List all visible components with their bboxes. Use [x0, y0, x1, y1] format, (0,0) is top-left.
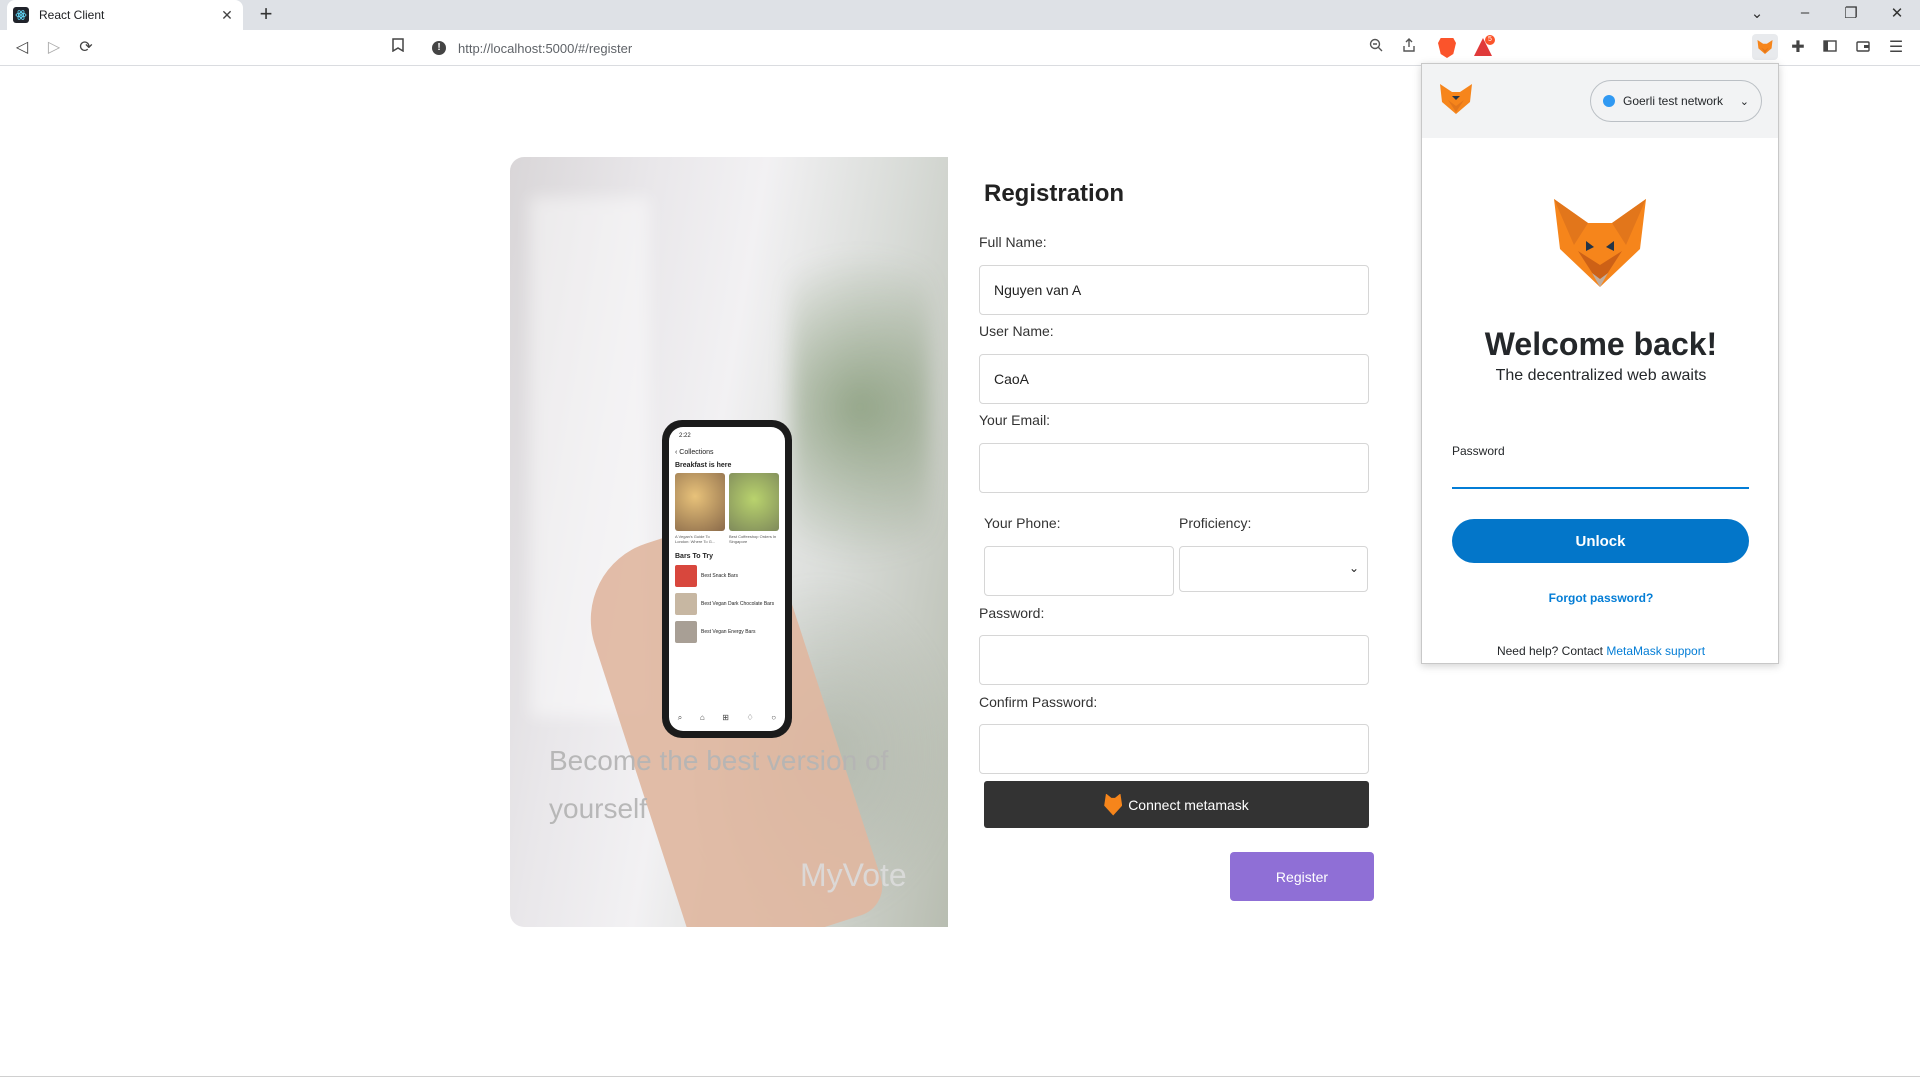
new-tab-button[interactable]: + — [254, 3, 278, 27]
chevron-down-icon: ⌄ — [1348, 561, 1359, 575]
email-label: Your Email: — [979, 412, 1051, 428]
metamask-popup: Goerli test network ⌄ Welcome back! The … — [1421, 63, 1779, 664]
phone-label: Your Phone: — [984, 515, 1061, 531]
help-prefix: Need help? Contact — [1496, 644, 1607, 658]
metamask-fox-icon — [1104, 793, 1123, 816]
rewards-badge: 5 — [1485, 35, 1495, 45]
url-text[interactable]: http://localhost:5000/#/register — [458, 41, 632, 56]
tab-close-icon[interactable]: ✕ — [219, 7, 235, 24]
address-bar[interactable]: ! http://localhost:5000/#/register — [420, 35, 1503, 61]
connect-metamask-button[interactable]: Connect metamask — [984, 781, 1369, 828]
metamask-support-link[interactable]: MetaMask support — [1606, 644, 1705, 658]
phone-caption-2: Best Coffeeshop Orders In Singapore — [729, 534, 777, 544]
proficiency-label: Proficiency: — [1179, 515, 1252, 531]
phone-bottom-nav: ⌕ ⌂ ⊞ ♢ ○ — [669, 713, 785, 723]
share-icon[interactable] — [1399, 38, 1419, 58]
phone-search-icon: ⌕ — [677, 713, 683, 722]
phone-bell-icon: ♢ — [746, 713, 754, 722]
full-name-label: Full Name: — [979, 234, 1047, 250]
zoom-icon[interactable] — [1366, 38, 1386, 58]
phone-screen: 2:22 ‹ Collections Breakfast is here A V… — [669, 427, 785, 731]
full-name-input[interactable]: Nguyen van A — [979, 265, 1369, 315]
hero-image: 2:22 ‹ Collections Breakfast is here A V… — [510, 157, 948, 927]
phone-captions: A Vegan's Guide To London: Where To G...… — [669, 533, 785, 545]
browser-tab[interactable]: React Client ✕ — [7, 0, 243, 30]
phone-image-row — [669, 471, 785, 533]
phone-time: 2:22 — [679, 433, 691, 439]
metamask-help-text: Need help? Contact MetaMask support — [1422, 644, 1780, 658]
phone-row-2: Best Vegan Dark Chocolate Bars — [701, 601, 775, 607]
metamask-fox-icon — [1550, 195, 1650, 291]
phone-row-3: Best Vegan Energy Bars — [701, 629, 756, 635]
unlock-button[interactable]: Unlock — [1452, 519, 1749, 563]
page-title: Registration — [984, 180, 1125, 207]
network-selector[interactable]: Goerli test network ⌄ — [1590, 80, 1762, 122]
password-input[interactable] — [979, 635, 1369, 685]
connect-metamask-label: Connect metamask — [1128, 796, 1249, 813]
bookmark-icon[interactable] — [388, 38, 408, 58]
forgot-password-link[interactable]: Forgot password? — [1422, 591, 1780, 605]
hero-quote: Become the best version of yourself — [549, 745, 889, 824]
register-button[interactable]: Register — [1230, 852, 1374, 901]
metamask-extension-icon[interactable] — [1752, 34, 1778, 60]
phone-caption-1: A Vegan's Guide To London: Where To G... — [675, 534, 716, 544]
phone-mockup: 2:22 ‹ Collections Breakfast is here A V… — [662, 420, 792, 738]
phone-section-bars: Bars To Try — [675, 553, 713, 560]
metamask-logo-icon — [1438, 82, 1474, 116]
email-input[interactable] — [979, 443, 1369, 493]
minimize-button[interactable]: – — [1790, 4, 1820, 26]
network-name: Goerli test network — [1623, 94, 1724, 108]
phone-home-icon: ⌂ — [699, 713, 705, 722]
phone-row-1: Best Snack Bars — [701, 573, 738, 579]
proficiency-select[interactable]: ⌄ — [1179, 546, 1368, 592]
forward-button[interactable]: ▷ — [44, 38, 64, 58]
phone-input[interactable] — [984, 546, 1174, 596]
page-bottom-divider — [0, 1076, 1920, 1077]
site-info-icon[interactable]: ! — [432, 41, 446, 55]
phone-profile-icon: ○ — [771, 713, 777, 722]
phone-drink-image — [729, 473, 779, 531]
tab-search-chevron-icon[interactable]: ⌄ — [1742, 4, 1772, 26]
metamask-subtitle: The decentralized web awaits — [1495, 367, 1707, 384]
reload-button[interactable]: ⟳ — [76, 38, 96, 58]
menu-icon[interactable]: ☰ — [1886, 38, 1906, 58]
phone-back-label: ‹ Collections — [675, 449, 714, 456]
phone-list-item: Best Vegan Energy Bars — [669, 618, 785, 646]
phone-food-image — [675, 473, 725, 531]
hero-blur-plant — [790, 197, 930, 617]
phone-list-item: Best Snack Bars — [669, 562, 785, 590]
metamask-password-label: Password — [1452, 444, 1505, 458]
user-name-input[interactable]: CaoA — [979, 354, 1369, 404]
close-window-button[interactable]: ✕ — [1882, 4, 1912, 26]
confirm-password-label: Confirm Password: — [979, 694, 1098, 710]
browser-tabstrip: React Client ✕ + ⌄ – ❐ ✕ — [0, 0, 1920, 30]
chevron-down-icon: ⌄ — [1739, 95, 1749, 108]
network-status-dot — [1603, 95, 1615, 107]
hero-brand: MyVote — [800, 857, 907, 893]
back-button[interactable]: ◁ — [12, 38, 32, 58]
sidebar-icon[interactable] — [1820, 38, 1840, 58]
password-label: Password: — [979, 605, 1045, 621]
metamask-header: Goerli test network ⌄ — [1422, 64, 1778, 138]
tab-title: React Client — [39, 8, 105, 22]
restore-button[interactable]: ❐ — [1836, 4, 1866, 26]
user-name-label: User Name: — [979, 323, 1054, 339]
phone-add-icon: ⊞ — [722, 713, 729, 722]
phone-list-item: Best Vegan Dark Chocolate Bars — [669, 590, 785, 618]
phone-collections-label: Collections — [679, 449, 714, 456]
browser-toolbar: ◁ ▷ ⟳ ! http://localhost:5000/#/register… — [0, 30, 1920, 66]
confirm-password-input[interactable] — [979, 724, 1369, 774]
wallet-icon[interactable] — [1853, 38, 1873, 58]
metamask-password-input[interactable] — [1452, 461, 1749, 489]
extensions-puzzle-icon[interactable]: ✚ — [1788, 38, 1808, 58]
metamask-welcome-title: Welcome back! — [1484, 326, 1718, 362]
react-favicon-icon — [13, 7, 29, 23]
phone-section-breakfast: Breakfast is here — [675, 462, 732, 469]
